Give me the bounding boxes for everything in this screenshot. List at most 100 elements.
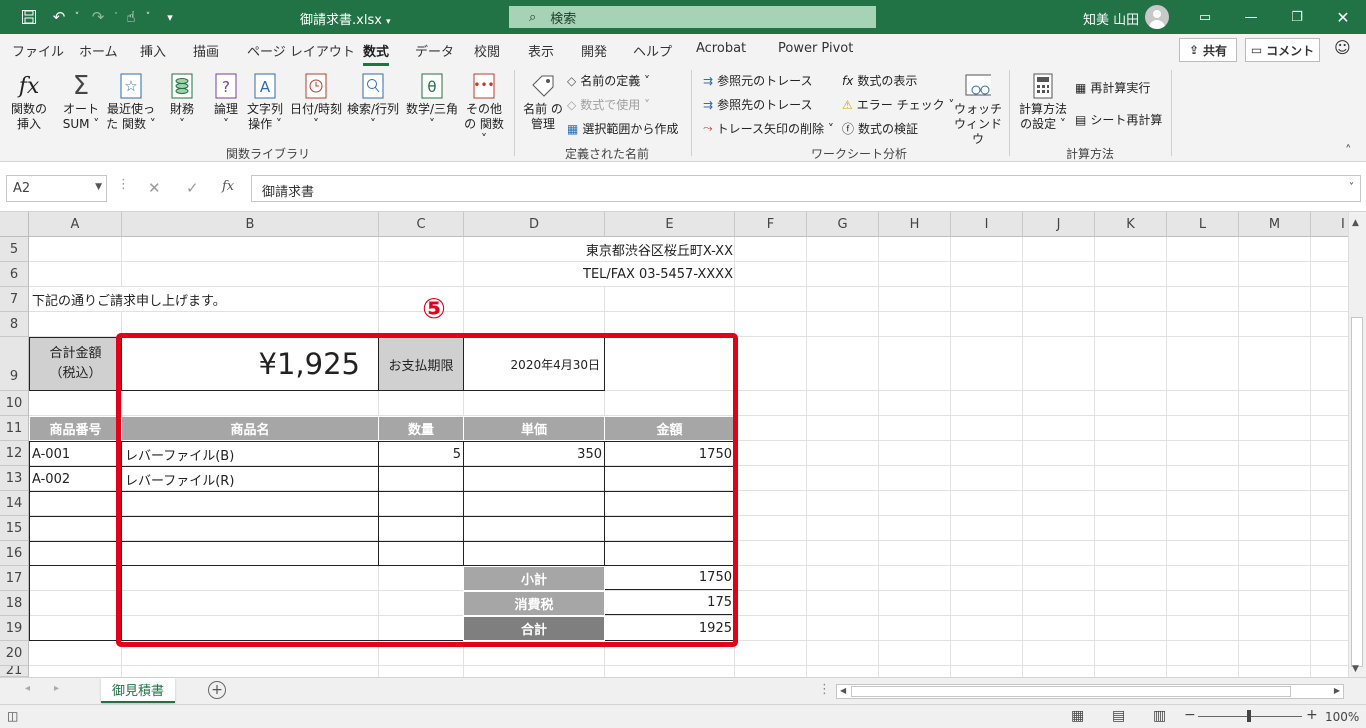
share-button[interactable]: ⇪ 共有 [1179,38,1237,62]
error-checking-button[interactable]: ⚠ エラー チェック ˅ [842,96,954,113]
column-header[interactable]: H [879,212,951,237]
row-header[interactable]: 10 [0,391,29,416]
name-box-dropdown-icon[interactable]: ▼ [95,182,102,192]
user-name[interactable]: 知美 山田 [1083,9,1139,28]
touch-mode-icon[interactable]: ☝ [120,0,142,34]
scroll-right-icon[interactable]: ▶ [1334,686,1340,695]
tab-review[interactable]: 校閲 [474,41,500,60]
trace-dependents-button[interactable]: ⇉ 参照先のトレース [703,96,812,113]
watch-window-button[interactable]: ウォッチ ウィンドウ [953,72,1003,147]
tab-help[interactable]: ヘルプ [633,41,672,60]
ribbon-display-icon[interactable]: ▭ [1182,0,1228,34]
undo-dropdown-icon[interactable]: ˅ [70,0,84,34]
tab-draw[interactable]: 描画 [193,41,219,60]
trace-precedents-button[interactable]: ⇉ 参照元のトレース [703,72,812,89]
text-button[interactable]: A 文字列 操作 ˅ [245,72,285,132]
insert-function-button[interactable]: fx 関数の 挿入 [8,72,50,132]
date-time-button[interactable]: 日付/時刻 ˅ [288,72,344,132]
tab-data[interactable]: データ [415,41,454,60]
scroll-left-icon[interactable]: ◀ [840,686,846,695]
column-header[interactable]: L [1167,212,1239,237]
row-header[interactable]: 11 [0,416,29,441]
zoom-level[interactable]: 100% [1325,710,1359,724]
worksheet-grid[interactable]: A B C D E F G H I J K L M I 5 6 7 8 9 10… [0,212,1348,677]
enter-icon[interactable]: ✓ [186,179,199,197]
row-header[interactable]: 18 [0,591,29,616]
row-header[interactable]: 15 [0,516,29,541]
greeting-cell[interactable]: 下記の通りご請求申し上げます。 [32,287,372,311]
zoom-out-icon[interactable]: − [1184,707,1196,723]
comment-button[interactable]: ▭ コメント [1245,38,1320,62]
restore-icon[interactable]: ❐ [1274,0,1320,34]
vertical-scroll-thumb[interactable] [1351,317,1363,667]
add-sheet-icon[interactable]: + [208,681,226,699]
column-header[interactable]: F [735,212,807,237]
row-header[interactable]: 13 [0,466,29,491]
expand-formula-bar-icon[interactable]: ˅ [1349,182,1354,193]
row-header[interactable]: 7 [0,287,29,312]
row-header[interactable]: 6 [0,262,29,287]
zoom-in-icon[interactable]: + [1306,707,1318,723]
column-header[interactable]: I [951,212,1023,237]
macro-record-icon[interactable]: ◫ [7,709,18,723]
column-header[interactable]: A [29,212,122,237]
use-in-formula-button[interactable]: ◇ 数式で使用 ˅ [567,96,650,113]
name-box[interactable]: A2 ▼ [6,175,107,202]
lookup-button[interactable]: 検索/行列 ˅ [344,72,402,132]
avatar[interactable] [1145,5,1169,29]
row-header[interactable]: 16 [0,541,29,566]
row-header[interactable]: 5 [0,237,29,262]
math-trig-button[interactable]: θ 数学/三角 ˅ [404,72,460,132]
calculation-options-button[interactable]: 計算方法 の設定 ˅ [1017,72,1069,132]
sheet-tab[interactable]: 御見積書 [101,678,175,703]
more-functions-button[interactable]: ••• その他の 関数 ˅ [461,72,507,147]
zoom-slider-thumb[interactable] [1247,710,1251,722]
undo-icon[interactable]: ↶ [48,0,70,34]
formula-input[interactable]: 御請求書 ˅ [251,175,1361,202]
tab-insert[interactable]: 挿入 [140,41,166,60]
tab-file[interactable]: ファイル [12,41,64,60]
row-header[interactable]: 17 [0,566,29,591]
column-header[interactable]: K [1095,212,1167,237]
row-header[interactable]: 8 [0,312,29,337]
row-header[interactable]: 21 [0,666,29,677]
column-header[interactable]: I [1311,212,1348,237]
collapse-ribbon-icon[interactable]: ˄ [1345,144,1352,159]
prev-sheet-icon[interactable]: ◂ [25,683,30,694]
close-icon[interactable]: ✕ [1320,0,1366,34]
row-header[interactable]: 14 [0,491,29,516]
remove-arrows-button[interactable]: ⤳ トレース矢印の削除 ˅ [703,120,834,137]
column-header[interactable]: M [1239,212,1311,237]
item-code-cell[interactable]: A-002 [32,467,118,491]
select-all-corner[interactable] [0,212,29,237]
column-header[interactable]: B [122,212,379,237]
normal-view-icon[interactable]: ▦ [1071,708,1084,724]
tab-acrobat[interactable]: Acrobat [696,41,746,56]
horizontal-scrollbar[interactable]: ◀ ▶ [836,684,1344,699]
split-handle-icon[interactable]: ⋮ [818,682,831,697]
row-header[interactable]: 12 [0,441,29,466]
customize-qat-icon[interactable]: ▾ [162,0,178,34]
touch-dropdown-icon[interactable]: ˅ [141,0,155,34]
header-product-code[interactable]: 商品番号 [29,416,122,441]
row-header[interactable]: 9 [0,337,29,391]
address-cell[interactable]: 東京都渋谷区桜丘町X-XX [464,237,733,261]
calculate-sheet-button[interactable]: ▤ シート再計算 [1075,111,1162,128]
row-header[interactable]: 20 [0,641,29,666]
scroll-down-icon[interactable]: ▼ [1352,664,1359,674]
horizontal-scroll-thumb[interactable] [851,686,1291,697]
tab-home[interactable]: ホーム [79,41,118,60]
column-header[interactable]: C [379,212,464,237]
minimize-icon[interactable]: — [1228,0,1274,34]
save-icon[interactable] [14,0,44,34]
logical-button[interactable]: ? 論理 ˅ [210,72,242,132]
insert-function-icon[interactable]: fx [222,179,234,194]
column-header[interactable]: G [807,212,879,237]
cancel-icon[interactable]: ✕ [148,179,161,197]
page-break-view-icon[interactable]: ▥ [1153,708,1166,724]
next-sheet-icon[interactable]: ▸ [54,683,59,694]
document-title[interactable]: 御請求書.xlsx ▾ [300,9,391,28]
recently-used-button[interactable]: ☆ 最近使った 関数 ˅ [103,72,159,132]
define-name-button[interactable]: ◇ 名前の定義 ˅ [567,72,650,89]
telfax-cell[interactable]: TEL/FAX 03-5457-XXXX [464,262,733,286]
